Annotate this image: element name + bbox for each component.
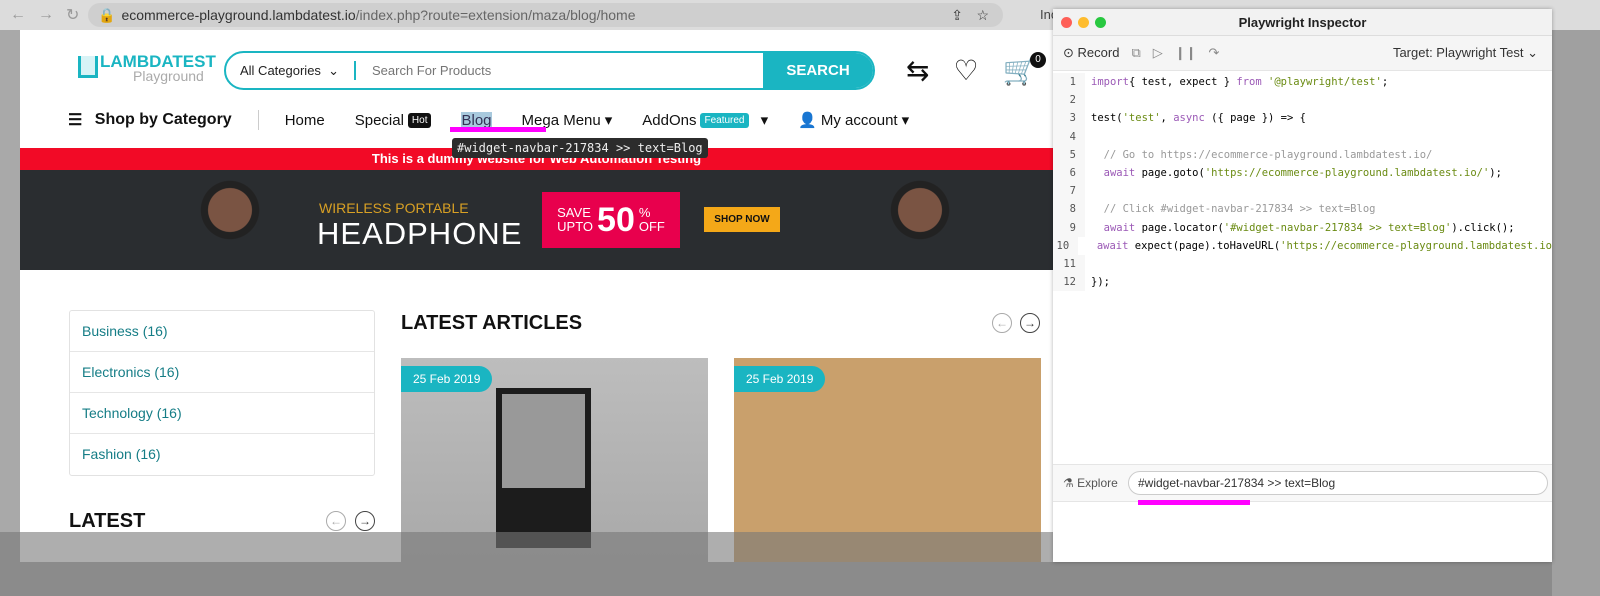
category-link[interactable]: Business (16) <box>70 311 374 352</box>
window-titlebar: Playwright Inspector <box>1053 9 1552 36</box>
resume-icon[interactable]: ▷ <box>1153 45 1163 61</box>
latest-heading: LATEST <box>69 510 146 532</box>
step-over-icon[interactable]: ↷ <box>1209 45 1220 61</box>
line-number: 10 <box>1053 236 1079 255</box>
code-line: 12}); <box>1053 273 1552 292</box>
logo[interactable]: LAMBDATEST Playground <box>78 52 216 92</box>
code-line: 2 <box>1053 91 1552 110</box>
forward-icon[interactable]: → <box>38 6 56 24</box>
caret-down-icon: ▾ <box>604 112 613 129</box>
latest-articles-heading: LATEST ARTICLES <box>401 312 583 334</box>
line-number: 8 <box>1053 200 1085 219</box>
date-badge: 25 Feb 2019 <box>401 366 493 392</box>
date-badge: 25 Feb 2019 <box>734 366 826 392</box>
address-bar[interactable]: 🔒 ecommerce-playground.lambdatest.io/inde… <box>88 3 1003 27</box>
caret-down-icon: ▾ <box>901 112 910 129</box>
pause-icon[interactable]: ❙❙ <box>1175 45 1197 61</box>
line-number: 7 <box>1053 182 1085 201</box>
cart-count-badge: 0 <box>1030 52 1046 68</box>
code-line: 6 await page.goto('https://ecommerce-pla… <box>1053 163 1552 183</box>
prev-arrow-icon[interactable]: ← <box>326 511 346 531</box>
close-icon[interactable] <box>1061 17 1072 28</box>
lock-icon: 🔒 <box>98 6 116 23</box>
record-button[interactable]: ⊙ Record <box>1063 45 1119 61</box>
category-link[interactable]: Electronics (16) <box>70 352 374 393</box>
code-line: 5 // Go to https://ecommerce-playground.… <box>1053 145 1552 164</box>
next-arrow-icon[interactable]: → <box>1020 313 1040 333</box>
user-icon: 👤 <box>798 112 817 129</box>
code-line: 8 // Click #widget-navbar-217834 >> text… <box>1053 200 1552 219</box>
code-editor[interactable]: 1 import{ test, expect } from '@playwrigh… <box>1053 71 1552 292</box>
playwright-inspector-window: Playwright Inspector ⊙ Record ⧉ ▷ ❙❙ ↷ T… <box>1053 9 1552 562</box>
featured-badge: Featured <box>700 112 749 128</box>
background-area <box>1552 30 1600 596</box>
line-number: 5 <box>1053 145 1085 164</box>
menu-blog[interactable]: Blog <box>461 111 492 129</box>
share-icon[interactable]: ⇪ <box>951 7 963 24</box>
line-number: 3 <box>1053 109 1085 128</box>
line-number: 12 <box>1053 273 1085 292</box>
inspector-toolbar: ⊙ Record ⧉ ▷ ❙❙ ↷ Target: Playwright Tes… <box>1053 36 1552 71</box>
category-link[interactable]: Technology (16) <box>70 393 374 434</box>
selector-tooltip: #widget-navbar-217834 >> text=Blog <box>452 138 708 158</box>
prev-arrow-icon[interactable]: ← <box>992 313 1012 333</box>
line-number: 11 <box>1053 254 1085 274</box>
menu-special[interactable]: Special Hot <box>355 112 432 129</box>
code-line: 11 <box>1053 254 1552 274</box>
compare-icon[interactable]: ⇆ <box>906 54 929 87</box>
maximize-icon[interactable] <box>1095 17 1106 28</box>
discount-badge: SAVE UPTO 50% OFF <box>542 192 680 248</box>
code-line: 9 await page.locator('#widget-navbar-217… <box>1053 218 1552 237</box>
menu-addons[interactable]: AddOns Featured ▾ <box>642 111 769 130</box>
explore-bar: ⚗ Explore #widget-navbar-217834 >> text=… <box>1053 464 1552 502</box>
code-line: 10 await expect(page).toHaveURL('https:/… <box>1053 236 1552 255</box>
heart-icon[interactable]: ♡ <box>953 54 978 87</box>
line-number: 9 <box>1053 218 1085 237</box>
model-image-left <box>190 170 270 270</box>
menu-my-account[interactable]: 👤 My account ▾ <box>798 111 910 130</box>
copy-icon[interactable]: ⧉ <box>1131 45 1140 61</box>
code-line: 3 test('test', async ({ page }) => { <box>1053 109 1552 128</box>
code-line: 7 <box>1053 182 1552 201</box>
caret-down-icon: ▾ <box>760 112 769 129</box>
target-select[interactable]: Target: Playwright Test ⌄ <box>1393 45 1538 61</box>
menu-icon: ☰ <box>68 112 83 129</box>
menu-home[interactable]: Home <box>285 112 325 129</box>
next-arrow-icon[interactable]: → <box>355 511 375 531</box>
search-bar: All Categories ⌄ SEARCH <box>224 51 875 90</box>
shop-now-button[interactable]: SHOP NOW <box>704 207 780 232</box>
search-button[interactable]: SEARCH <box>763 53 873 88</box>
shop-by-category[interactable]: ☰ Shop by Category <box>68 110 259 130</box>
web-page: LAMBDATEST Playground All Categories ⌄ SE… <box>20 30 1053 562</box>
bookmark-star-icon[interactable]: ☆ <box>976 7 989 24</box>
chevron-down-icon: ⌄ <box>328 62 340 78</box>
reload-icon[interactable]: ↻ <box>66 5 84 25</box>
code-line: 4 <box>1053 127 1552 146</box>
flask-icon: ⚗ <box>1063 476 1074 490</box>
line-number: 1 <box>1053 73 1085 92</box>
search-input[interactable] <box>356 53 763 88</box>
selector-input[interactable]: #widget-navbar-217834 >> text=Blog <box>1128 471 1548 495</box>
hero-banner[interactable]: WIRELESS PORTABLE HEADPHONE SAVE UPTO 50% O… <box>20 170 1053 270</box>
highlight-underline <box>450 127 546 132</box>
highlight-underline <box>1138 500 1250 505</box>
line-number: 2 <box>1053 91 1085 110</box>
line-number: 6 <box>1053 163 1085 183</box>
minimize-icon[interactable] <box>1078 17 1089 28</box>
blog-categories: Business (16) Electronics (16) Technolog… <box>69 310 375 476</box>
hot-badge: Hot <box>407 112 432 128</box>
record-icon: ⊙ <box>1063 45 1074 60</box>
laptop-image <box>496 388 591 548</box>
code-line: 1 import{ test, expect } from '@playwrigh… <box>1053 73 1552 92</box>
line-number: 4 <box>1053 127 1085 146</box>
category-link[interactable]: Fashion (16) <box>70 434 374 475</box>
model-image-right <box>880 170 960 270</box>
back-icon[interactable]: ← <box>10 6 28 24</box>
category-select[interactable]: All Categories ⌄ <box>226 61 356 80</box>
